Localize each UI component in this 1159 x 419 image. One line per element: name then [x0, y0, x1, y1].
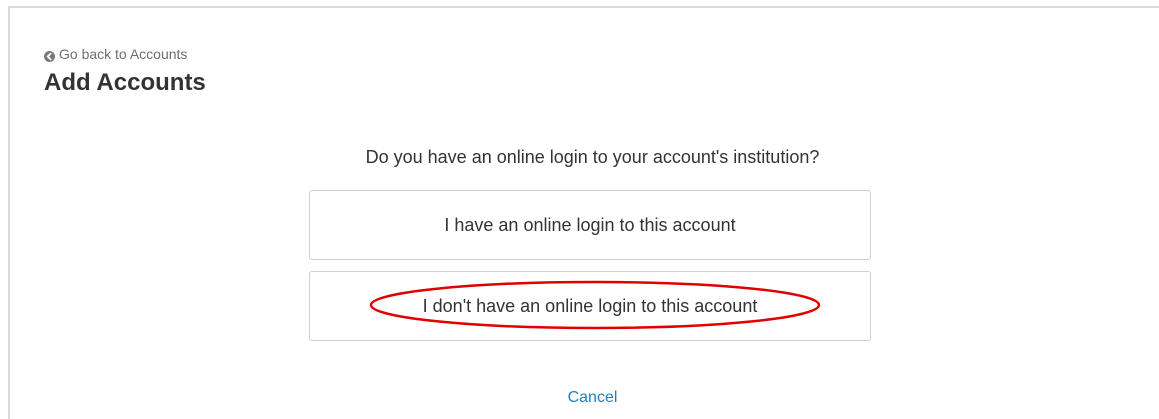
- add-accounts-panel: Go back to Accounts Add Accounts Do you …: [8, 6, 1159, 419]
- no-online-login-option[interactable]: I don't have an online login to this acc…: [309, 271, 871, 341]
- circle-arrow-left-icon: [44, 49, 55, 62]
- page-title: Add Accounts: [44, 69, 206, 96]
- cancel-label[interactable]: Cancel: [568, 389, 618, 406]
- login-question: Do you have an online login to your acco…: [365, 147, 820, 167]
- back-link-label: Go back to Accounts: [59, 46, 188, 62]
- cancel-link[interactable]: Cancel: [10, 389, 1159, 407]
- option-label: I have an online login to this account: [444, 214, 736, 235]
- back-to-accounts-link[interactable]: Go back to Accounts: [44, 46, 187, 62]
- option-label: I don't have an online login to this acc…: [422, 295, 758, 316]
- has-online-login-option[interactable]: I have an online login to this account: [309, 190, 871, 260]
